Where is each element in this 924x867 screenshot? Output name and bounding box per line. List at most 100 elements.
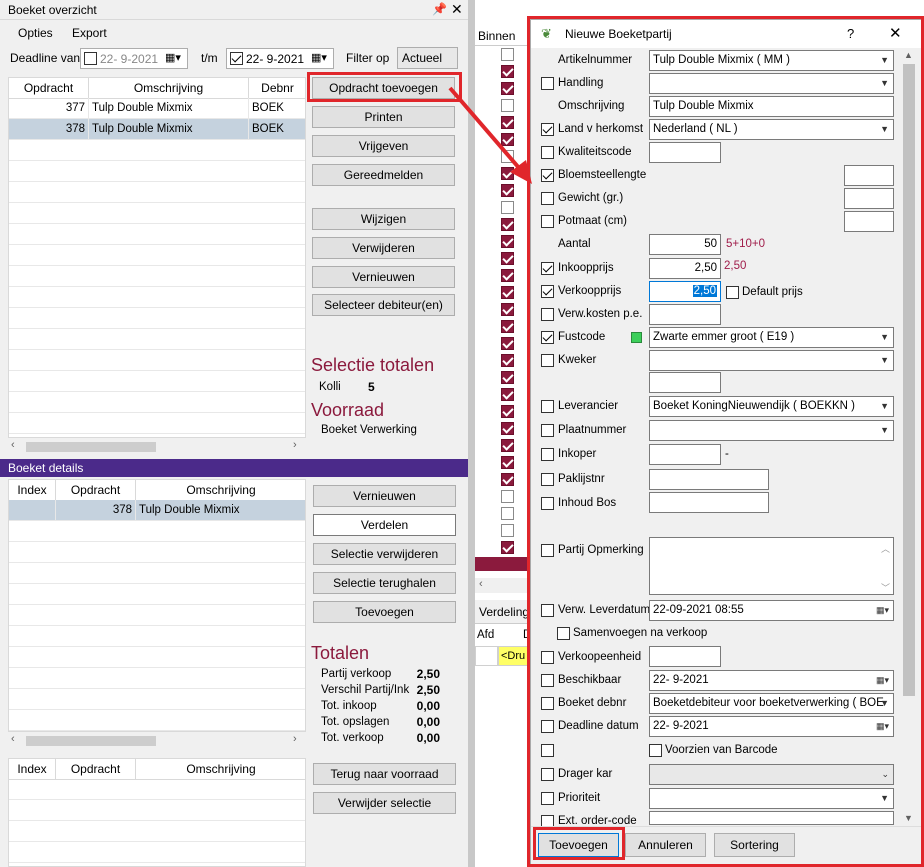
binnen-checkbox[interactable] xyxy=(501,354,514,367)
gereedmelden-button[interactable]: Gereedmelden xyxy=(312,164,455,186)
selectie-terughalen-button[interactable]: Selectie terughalen xyxy=(313,572,456,594)
kweker-code-input[interactable] xyxy=(649,372,721,393)
table-row[interactable]: 377 Tulp Double Mixmix BOEK xyxy=(9,98,305,119)
scroll-up-icon[interactable]: ▲ xyxy=(904,50,913,60)
deadline-from-picker[interactable]: 22- 9-2021 ▦▾ xyxy=(80,48,188,69)
verw-kosten-input[interactable] xyxy=(649,304,721,325)
inkoopprijs-checkbox[interactable] xyxy=(541,262,554,275)
potmaat-checkbox[interactable] xyxy=(541,215,554,228)
kwaliteitscode-input[interactable] xyxy=(649,142,721,163)
binnen-checkbox[interactable] xyxy=(501,218,514,231)
col-omschrijving[interactable]: Omschrijving xyxy=(136,759,305,780)
opdracht-toevoegen-button[interactable]: Opdracht toevoegen xyxy=(312,77,455,99)
binnen-checkbox[interactable] xyxy=(501,473,514,486)
dru-cell[interactable]: <Dru xyxy=(498,646,530,666)
calendar-icon[interactable]: ▦▾ xyxy=(165,51,181,64)
default-prijs-checkbox[interactable] xyxy=(726,286,739,299)
col-binnen[interactable]: Binnen xyxy=(475,25,530,46)
close-icon[interactable]: ✕ xyxy=(451,1,463,18)
omschrijving-input[interactable]: Tulp Double Mixmix xyxy=(649,96,894,117)
binnen-checkbox[interactable] xyxy=(501,439,514,452)
vertical-scrollbar[interactable]: ▲ ▼ xyxy=(901,50,917,825)
binnen-checkbox[interactable] xyxy=(501,524,514,537)
deadline-from-checkbox[interactable] xyxy=(84,52,97,65)
selectie-verwijderen-button[interactable]: Selectie verwijderen xyxy=(313,543,456,565)
table-row-selected[interactable]: 378 Tulp Double Mixmix xyxy=(9,500,305,521)
col-debnr[interactable]: Debnr xyxy=(249,78,305,99)
verwijderen-button[interactable]: Verwijderen xyxy=(312,237,455,259)
leverancier-checkbox[interactable] xyxy=(541,400,554,413)
wijzigen-button[interactable]: Wijzigen xyxy=(312,208,455,230)
calendar-icon[interactable]: ▦▾ xyxy=(311,51,327,64)
filter-select[interactable]: Actueel xyxy=(397,47,458,69)
drager-kar-checkbox[interactable] xyxy=(541,768,554,781)
inhoud-bos-checkbox[interactable] xyxy=(541,497,554,510)
binnen-checkbox[interactable] xyxy=(501,201,514,214)
boeket-debnr-select[interactable]: Boeketdebiteur voor boeketverwerking ( B… xyxy=(649,693,894,714)
beschikbaar-picker[interactable]: 22- 9-2021 ▦▾ xyxy=(649,670,894,691)
binnen-checkbox[interactable] xyxy=(501,320,514,333)
table-row-selected[interactable]: 378 Tulp Double Mixmix BOEK xyxy=(9,119,305,140)
leverancier-select[interactable]: Boeket KoningNieuwendijk ( BOEKKN ) ▼ xyxy=(649,396,894,417)
binnen-checkbox[interactable] xyxy=(501,490,514,503)
binnen-checkbox[interactable] xyxy=(501,507,514,520)
annuleren-button[interactable]: Annuleren xyxy=(625,833,706,857)
scroll-up-icon[interactable]: ︿ xyxy=(881,542,890,555)
inhoud-bos-input[interactable] xyxy=(649,492,769,513)
inkoper-input[interactable] xyxy=(649,444,721,465)
horizontal-scrollbar[interactable]: ‹ › xyxy=(8,439,306,454)
bloemsteellengte-input[interactable] xyxy=(844,165,894,186)
paklijstnr-checkbox[interactable] xyxy=(541,473,554,486)
plaatnummer-checkbox[interactable] xyxy=(541,424,554,437)
bloemsteellengte-checkbox[interactable] xyxy=(541,169,554,182)
terug-naar-voorraad-button[interactable]: Terug naar voorraad xyxy=(313,763,456,785)
printen-button[interactable]: Printen xyxy=(312,106,455,128)
scroll-down-icon[interactable]: ﹀ xyxy=(881,581,890,594)
gewicht-input[interactable] xyxy=(844,188,894,209)
menu-export[interactable]: Export xyxy=(72,26,107,40)
binnen-checkbox[interactable] xyxy=(501,388,514,401)
close-icon[interactable]: ✕ xyxy=(889,24,902,42)
fustcode-select[interactable]: Zwarte emmer groot ( E19 ) ▼ xyxy=(649,327,894,348)
scroll-right-icon[interactable]: › xyxy=(293,733,297,745)
partij-opmerking-textarea[interactable] xyxy=(649,537,894,595)
artikelnummer-select[interactable]: Tulp Double Mixmix ( MM ) ▼ xyxy=(649,50,894,71)
col-index[interactable]: Index xyxy=(9,759,56,780)
col-opdracht[interactable]: Opdracht xyxy=(56,480,136,501)
verkoopeenheid-input[interactable] xyxy=(649,646,721,667)
scroll-down-icon[interactable]: ▼ xyxy=(904,813,913,823)
verw-leverdatum-picker[interactable]: 22-09-2021 08:55 ▦▾ xyxy=(649,600,894,621)
binnen-checkbox[interactable] xyxy=(501,456,514,469)
col-omschrijving[interactable]: Omschrijving xyxy=(89,78,249,99)
col-omschrijving[interactable]: Omschrijving xyxy=(136,480,305,501)
verkoopprijs-checkbox[interactable] xyxy=(541,285,554,298)
vrijgeven-button[interactable]: Vrijgeven xyxy=(312,135,455,157)
verw-leverdatum-checkbox[interactable] xyxy=(541,604,554,617)
samenvoegen-checkbox[interactable] xyxy=(557,627,570,640)
scroll-left-icon[interactable]: ‹ xyxy=(11,733,15,745)
gewicht-checkbox[interactable] xyxy=(541,192,554,205)
horizontal-scrollbar[interactable]: ‹ xyxy=(475,578,530,593)
deadline-datum-picker[interactable]: 22- 9-2021 ▦▾ xyxy=(649,716,894,737)
vernieuwen-details-button[interactable]: Vernieuwen xyxy=(313,485,456,507)
prioriteit-select[interactable]: ▼ xyxy=(649,788,894,809)
verw-kosten-checkbox[interactable] xyxy=(541,308,554,321)
binnen-checkbox[interactable] xyxy=(501,422,514,435)
kwaliteitscode-checkbox[interactable] xyxy=(541,146,554,159)
beschikbaar-checkbox[interactable] xyxy=(541,674,554,687)
kweker-select[interactable]: ▼ xyxy=(649,350,894,371)
potmaat-input[interactable] xyxy=(844,211,894,232)
paklijstnr-input[interactable] xyxy=(649,469,769,490)
toevoegen-details-button[interactable]: Toevoegen xyxy=(313,601,456,623)
inkoopprijs-input[interactable]: 2,50 xyxy=(649,258,721,279)
binnen-checkbox[interactable] xyxy=(501,371,514,384)
scrollbar-thumb[interactable] xyxy=(903,64,915,696)
menu-opties[interactable]: Opties xyxy=(18,26,53,40)
pin-icon[interactable]: 📌 xyxy=(432,2,447,16)
partij-opmerking-checkbox[interactable] xyxy=(541,544,554,557)
prioriteit-checkbox[interactable] xyxy=(541,792,554,805)
aantal-input[interactable]: 50 xyxy=(649,234,721,255)
binnen-checkbox[interactable] xyxy=(501,286,514,299)
barcode-checkbox[interactable] xyxy=(649,744,662,757)
binnen-checkbox[interactable] xyxy=(501,252,514,265)
